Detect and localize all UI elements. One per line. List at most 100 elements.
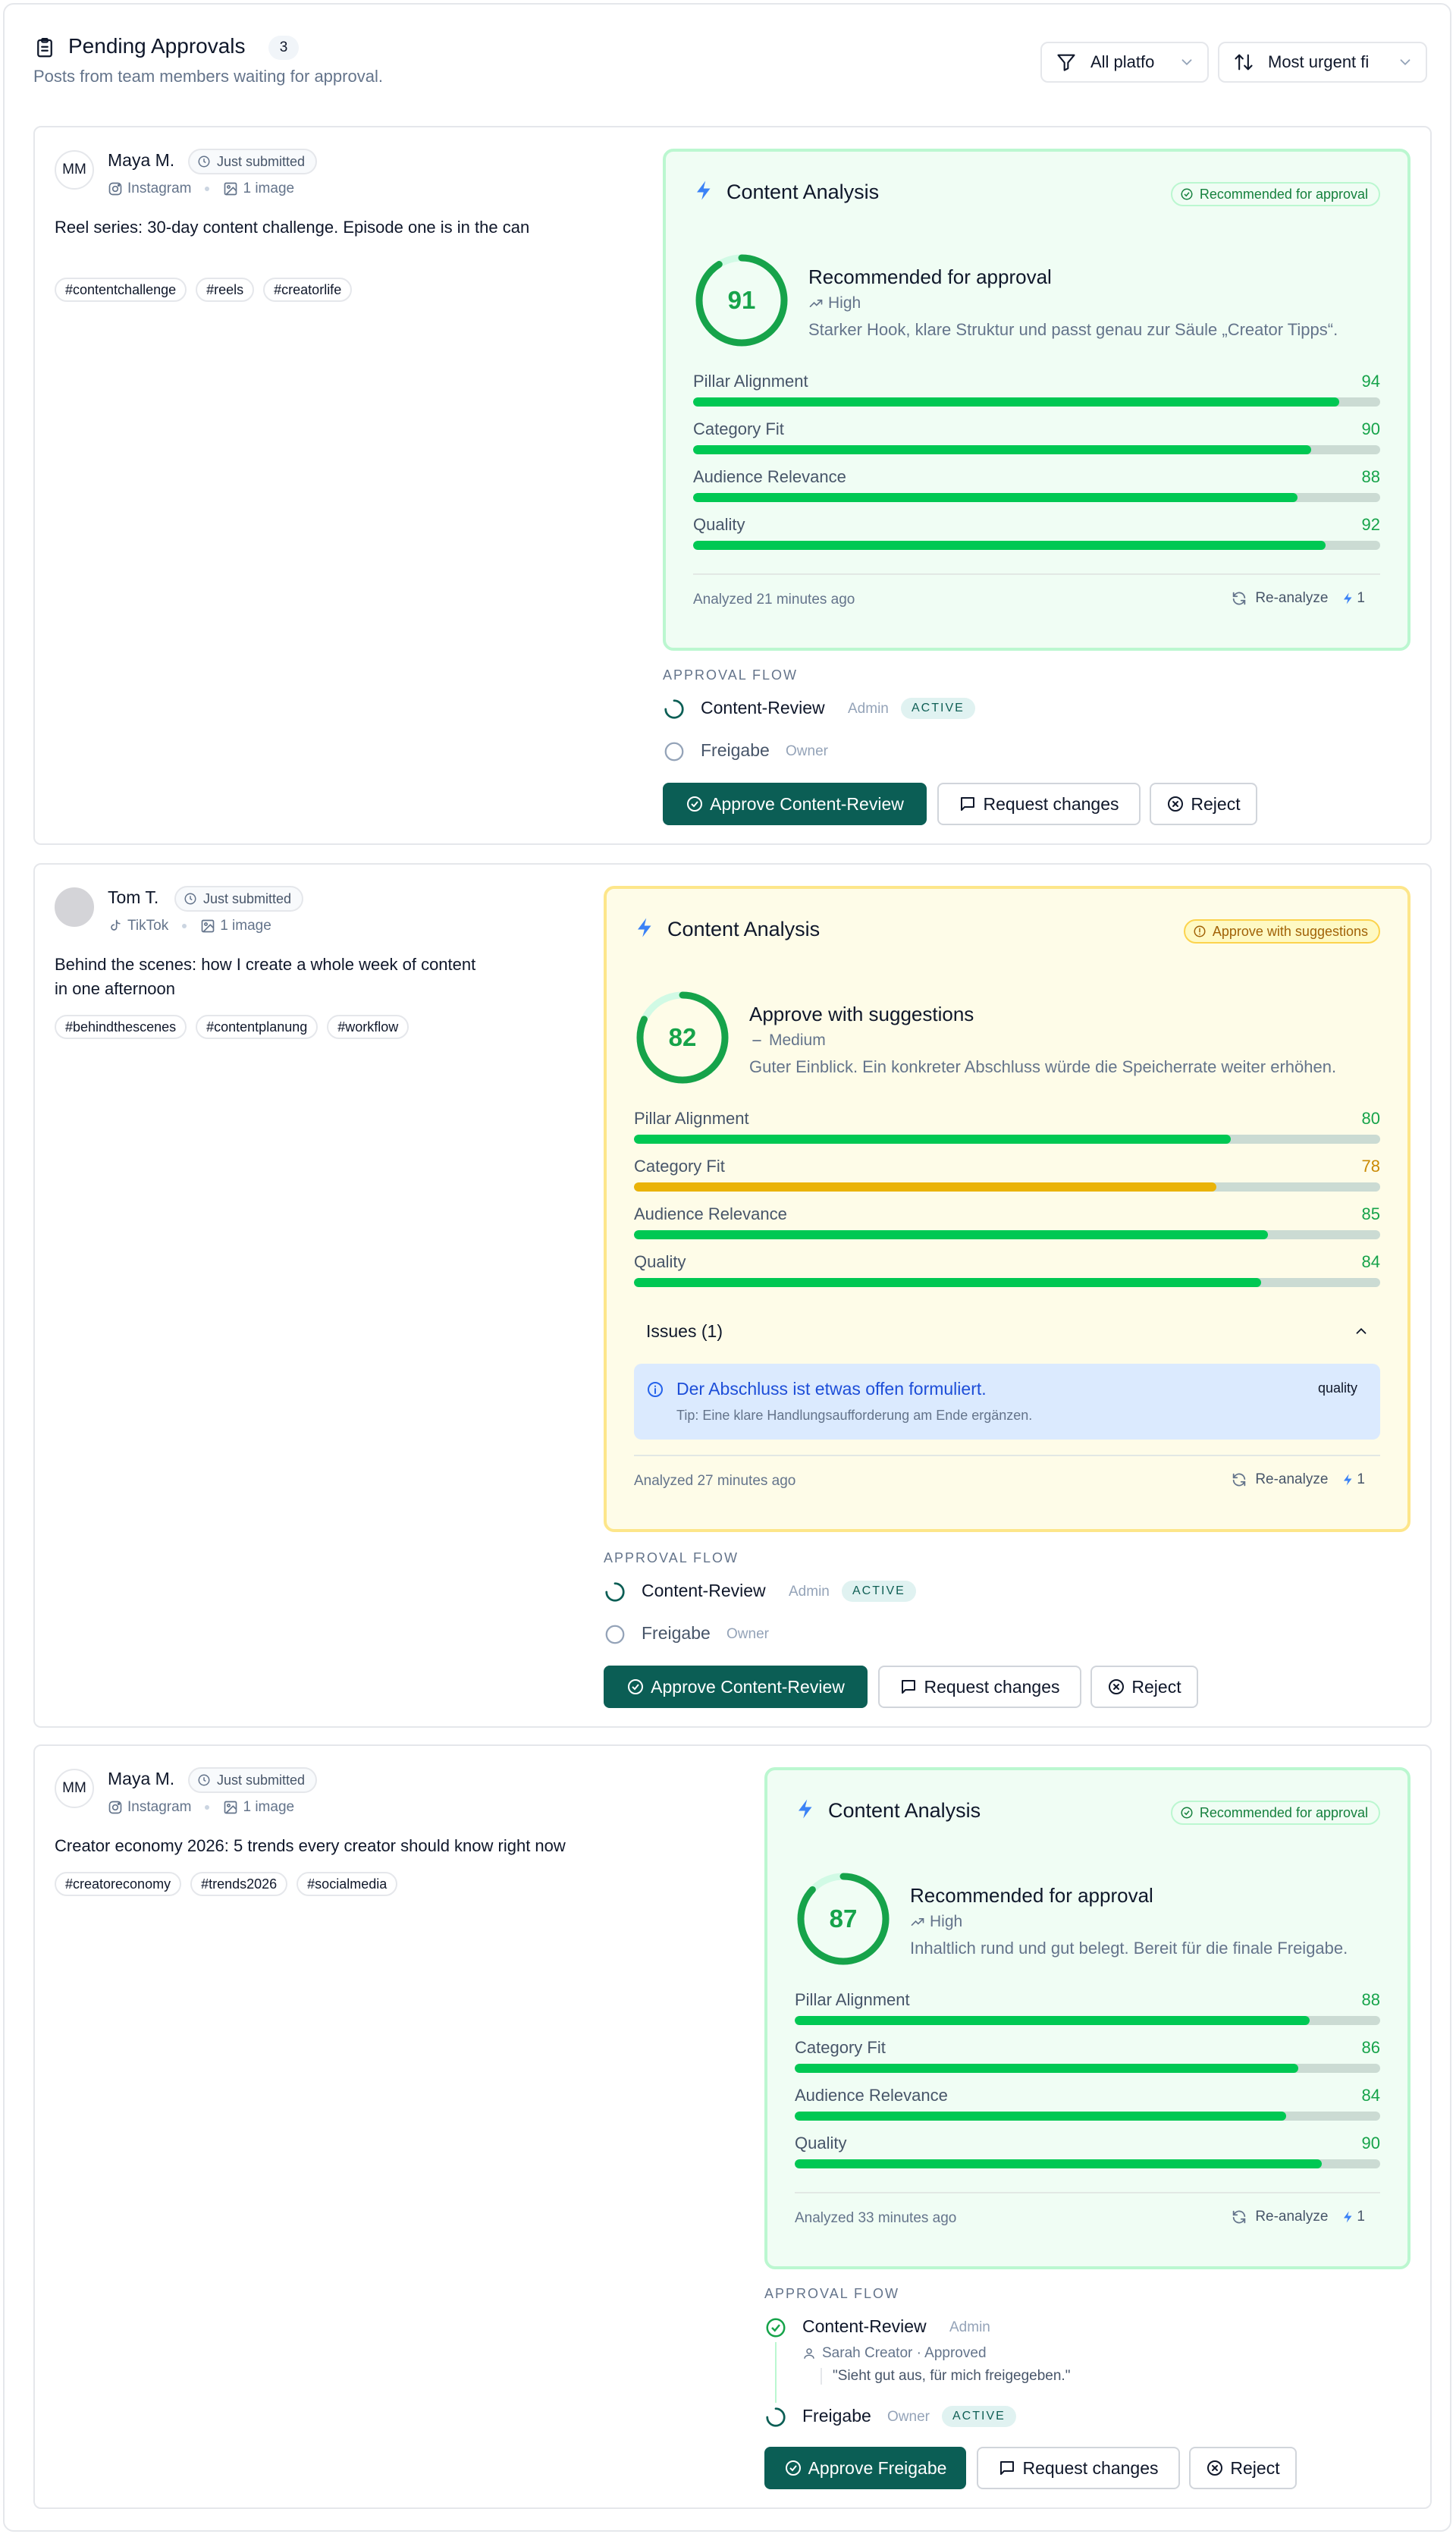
flow-connector: [775, 2342, 777, 2403]
reanalyze-label: Re-analyze: [1255, 590, 1329, 606]
metric-value: 88: [1361, 467, 1380, 486]
metric-pillar-alignment: Pillar Alignment 94: [693, 372, 1380, 410]
metric-value: 78: [1361, 1157, 1380, 1176]
reject-button[interactable]: Reject: [1189, 2447, 1297, 2489]
reject-label: Reject: [1131, 1676, 1181, 1697]
check-circle-icon: [766, 2318, 786, 2338]
recommendation-badge: Approve with suggestions: [1183, 919, 1380, 944]
metric-label: Quality: [634, 1252, 686, 1271]
clock-icon: [198, 1774, 210, 1786]
active-status-badge: ACTIVE: [942, 2406, 1016, 2427]
analyzed-timestamp: Analyzed 21 minutes ago: [693, 592, 855, 608]
request-changes-label: Request changes: [1022, 2457, 1159, 2478]
x-circle-icon: [1168, 796, 1184, 812]
author-name: Tom T.: [108, 887, 159, 907]
reject-button[interactable]: Reject: [1150, 783, 1257, 825]
metric-audience-relevance: Audience Relevance 85: [634, 1204, 1380, 1242]
alert-circle-icon: [1194, 925, 1206, 937]
x-circle-icon: [1109, 1679, 1125, 1694]
metric-bar: [693, 541, 1326, 550]
x-circle-icon: [1207, 2460, 1223, 2476]
metric-category-fit: Category Fit 90: [693, 419, 1380, 457]
flow-step-role: Owner: [726, 1626, 769, 1642]
recommendation-title: Recommended for approval: [808, 265, 1052, 288]
issues-label: Issues (1): [646, 1321, 723, 1341]
flow-step-name: Content-Review: [642, 1581, 766, 1600]
hashtag: #trends2026: [190, 1872, 288, 1896]
platform-label: Instagram: [127, 181, 192, 196]
platform-label: Instagram: [127, 1799, 192, 1815]
status-badge: Just submitted: [188, 149, 318, 174]
user-icon: [804, 2348, 814, 2359]
check-circle-icon: [1181, 188, 1193, 200]
message-icon: [1000, 2461, 1015, 2475]
approve-button[interactable]: Approve Content-Review: [663, 783, 927, 825]
reanalyze-count: 1: [1357, 1471, 1365, 1487]
metric-bar: [795, 2016, 1310, 2025]
approved-by: Sarah Creator · Approved: [802, 2345, 987, 2362]
sort-select[interactable]: Most urgent fi: [1218, 42, 1427, 83]
reanalyze-button[interactable]: Re-analyze 1: [1231, 2209, 1365, 2225]
metric-value: 84: [1361, 1252, 1380, 1271]
status-badge-label: Just submitted: [217, 153, 306, 169]
approved-by-label: Sarah Creator · Approved: [822, 2345, 987, 2361]
metric-quality: Quality 92: [693, 515, 1380, 553]
metric-value: 88: [1361, 1990, 1380, 2009]
issues-toggle[interactable]: Issues (1): [634, 1314, 1380, 1347]
clock-icon: [198, 155, 210, 168]
trending-up-icon: [911, 1918, 924, 1926]
confidence-level: Medium: [749, 1031, 826, 1050]
reanalyze-label: Re-analyze: [1255, 2209, 1329, 2225]
reject-label: Reject: [1230, 2457, 1280, 2478]
platform-filter-value: All platfo: [1090, 52, 1155, 71]
platform-filter-select[interactable]: All platfo: [1040, 42, 1209, 83]
flow-step-role: Owner: [887, 2409, 930, 2425]
post-meta: TikTok 1 image: [108, 918, 271, 934]
flow-step-name: Freigabe: [642, 1623, 711, 1643]
hashtag: #contentplanung: [196, 1015, 318, 1039]
request-changes-button[interactable]: Request changes: [977, 2447, 1180, 2489]
chevron-down-icon: [1400, 59, 1410, 66]
approve-button[interactable]: Approve Content-Review: [604, 1666, 868, 1708]
reject-button[interactable]: Reject: [1090, 1666, 1198, 1708]
metric-label: Audience Relevance: [634, 1204, 787, 1223]
lightning-icon: [638, 918, 651, 937]
confidence-level: High: [808, 294, 861, 312]
request-changes-label: Request changes: [924, 1676, 1060, 1697]
tag-list: #creatoreconomy #trends2026 #socialmedia: [55, 1872, 398, 1896]
metric-quality: Quality 84: [634, 1252, 1380, 1290]
reanalyze-button[interactable]: Re-analyze 1: [1231, 590, 1365, 607]
approve-button-label: Approve Content-Review: [710, 793, 904, 814]
request-changes-button[interactable]: Request changes: [878, 1666, 1081, 1708]
page-subtitle: Posts from team members waiting for appr…: [33, 67, 383, 86]
post-meta: Instagram 1 image: [108, 181, 294, 197]
approval-flow-header: APPROVAL FLOW: [764, 2286, 900, 2301]
metric-pillar-alignment: Pillar Alignment 88: [795, 1990, 1380, 2028]
metric-pillar-alignment: Pillar Alignment 80: [634, 1109, 1380, 1147]
recommendation-description: Guter Einblick. Ein konkreter Abschluss …: [749, 1057, 1337, 1076]
in-progress-icon: [766, 2407, 786, 2427]
pending-approvals-panel: Pending Approvals 3 Posts from team memb…: [3, 3, 1451, 2532]
filter-icon: [1057, 54, 1075, 71]
media-count: 1 image: [243, 181, 295, 196]
request-changes-button[interactable]: Request changes: [937, 783, 1141, 825]
recommendation-badge: Recommended for approval: [1170, 1801, 1380, 1825]
score-value: 91: [727, 286, 756, 314]
clock-icon: [184, 893, 196, 905]
hashtag: #creatorlife: [263, 278, 353, 302]
reanalyze-button[interactable]: Re-analyze 1: [1231, 1471, 1365, 1488]
message-icon: [902, 1680, 916, 1694]
request-changes-label: Request changes: [983, 793, 1119, 814]
metric-quality: Quality 90: [795, 2134, 1380, 2171]
metric-value: 86: [1361, 2038, 1380, 2057]
metric-audience-relevance: Audience Relevance 84: [795, 2086, 1380, 2124]
flow-step-name: Content-Review: [701, 698, 825, 717]
active-status-badge: ACTIVE: [842, 1581, 916, 1602]
approve-button[interactable]: Approve Freigabe: [764, 2447, 966, 2489]
info-icon: [648, 1382, 663, 1397]
approve-button-label: Approve Freigabe: [808, 2457, 947, 2478]
recommendation-title: Approve with suggestions: [749, 1003, 974, 1025]
hashtag: #behindthescenes: [55, 1015, 187, 1039]
chevron-up-icon: [1356, 1327, 1367, 1334]
status-badge: Just submitted: [174, 886, 304, 912]
